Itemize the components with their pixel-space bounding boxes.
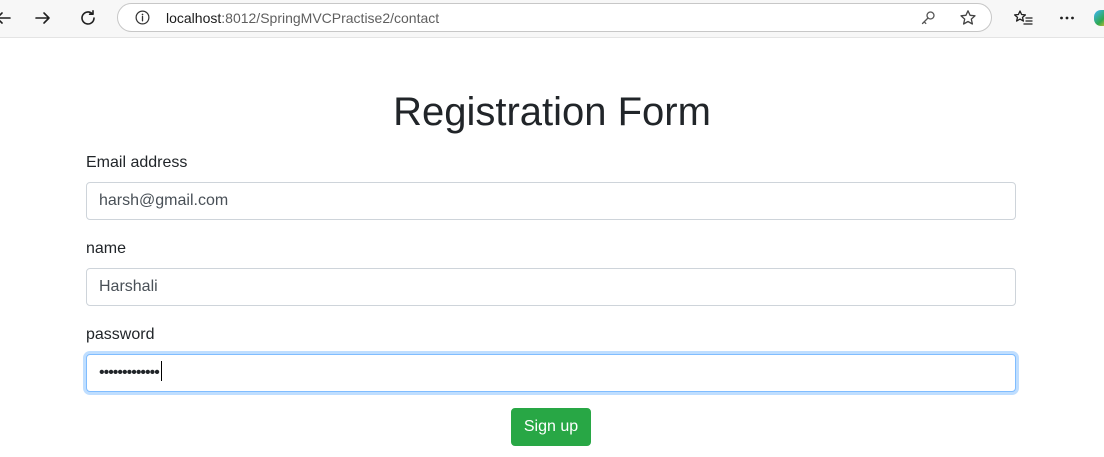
password-masked-value: ••••••••••••• (99, 364, 160, 381)
text-caret (160, 360, 162, 381)
favorites-button[interactable] (1008, 4, 1038, 32)
back-button[interactable] (0, 4, 18, 32)
star-icon[interactable] (959, 9, 977, 27)
refresh-button[interactable] (73, 4, 103, 32)
arrow-left-icon (0, 12, 11, 24)
url-path: :8012/SpringMVCPractise2/contact (221, 10, 440, 26)
email-field[interactable]: harsh@gmail.com (86, 182, 1016, 220)
address-bar[interactable]: localhost:8012/SpringMVCPractise2/contac… (117, 3, 992, 32)
arrow-right-icon (35, 12, 50, 24)
more-options-button[interactable] (1052, 4, 1082, 32)
name-label: name (86, 240, 127, 257)
page-title: Registration Form (393, 90, 711, 134)
refresh-icon (81, 10, 95, 25)
copilot-icon[interactable] (1094, 10, 1104, 26)
url-host: localhost (166, 10, 222, 26)
forward-button[interactable] (28, 4, 58, 32)
password-field[interactable]: ••••••••••••• (86, 354, 1016, 392)
key-icon[interactable] (920, 10, 936, 26)
url-text[interactable]: localhost:8012/SpringMVCPractise2/contac… (166, 10, 439, 26)
password-label: password (86, 326, 155, 343)
info-icon[interactable] (135, 10, 150, 25)
browser-toolbar: localhost:8012/SpringMVCPractise2/contac… (0, 0, 1104, 38)
email-label: Email address (86, 154, 188, 171)
more-horizontal-icon (1060, 16, 1074, 20)
sign-up-button[interactable]: Sign up (511, 408, 591, 446)
name-field[interactable]: Harshali (86, 268, 1016, 306)
favorites-star-list-icon (1013, 10, 1033, 25)
